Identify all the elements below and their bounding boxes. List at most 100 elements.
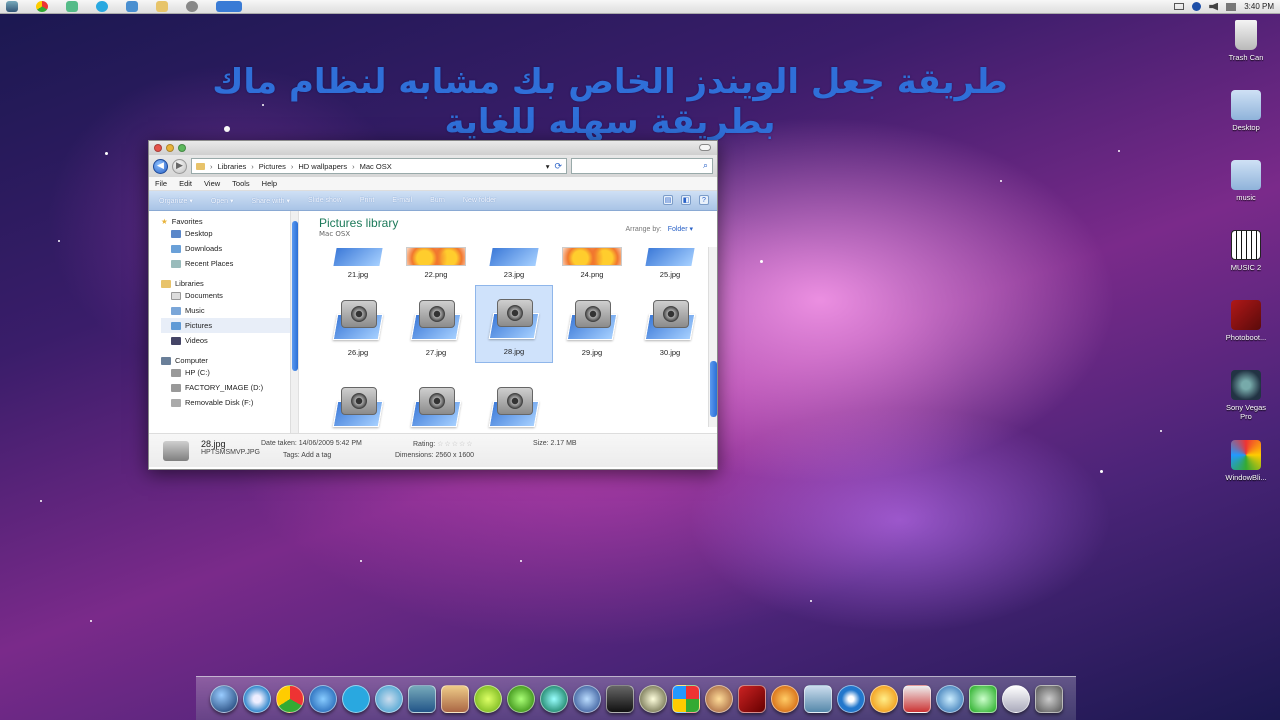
menu-help[interactable]: Help	[262, 179, 277, 188]
search-input[interactable]: ⌕	[571, 158, 713, 174]
file-item[interactable]: 22.png	[397, 247, 475, 285]
file-item[interactable]: 23.jpg	[475, 247, 553, 285]
video-icon[interactable]	[572, 684, 601, 713]
burn-button[interactable]: Burn	[430, 197, 445, 204]
sun-icon[interactable]	[869, 684, 898, 713]
network-icon[interactable]	[186, 1, 198, 12]
window-icon[interactable]	[216, 1, 242, 12]
desktop-icon-music[interactable]: music	[1220, 160, 1272, 230]
chevron-down-icon[interactable]: ▾	[546, 162, 550, 171]
breadcrumb-mac-osx[interactable]: Mac OSX	[360, 162, 392, 171]
file-item[interactable]: 26.jpg	[319, 285, 397, 363]
menu-edit[interactable]: Edit	[179, 179, 192, 188]
messenger-icon[interactable]	[605, 684, 634, 713]
zoom-icon[interactable]	[178, 144, 186, 152]
w-icon[interactable]	[836, 684, 865, 713]
content-scroll-thumb[interactable]	[710, 361, 717, 417]
finder-icon[interactable]	[209, 684, 238, 713]
toolbar-toggle-icon[interactable]	[699, 144, 711, 151]
settings-icon[interactable]	[1034, 684, 1063, 713]
itunes-icon[interactable]	[374, 684, 403, 713]
minimize-icon[interactable]	[166, 144, 174, 152]
star-icon[interactable]	[638, 684, 667, 713]
chrome-icon[interactable]	[275, 684, 304, 713]
new-folder-button[interactable]: New folder	[463, 197, 496, 204]
nav-item-drive-d[interactable]: FACTORY_IMAGE (D:)	[161, 380, 298, 395]
people-icon[interactable]	[66, 1, 78, 12]
file-item[interactable]: 24.png	[553, 247, 631, 285]
guitar-icon[interactable]	[704, 684, 733, 713]
orb-icon[interactable]	[506, 684, 535, 713]
chat-icon[interactable]	[539, 684, 568, 713]
desktop-icon-trash[interactable]: Trash Can	[1220, 20, 1272, 90]
menu-view[interactable]: View	[204, 179, 220, 188]
media-icon[interactable]	[935, 684, 964, 713]
safari-icon[interactable]	[242, 684, 271, 713]
globe-icon[interactable]	[126, 1, 138, 12]
arrange-by-dropdown[interactable]: Folder ▾	[668, 226, 693, 233]
menu-file[interactable]: File	[155, 179, 167, 188]
network-status-icon[interactable]	[1226, 2, 1237, 11]
apple-icon[interactable]	[6, 1, 18, 12]
nav-item-desktop[interactable]: Desktop	[161, 226, 298, 241]
skype-icon[interactable]	[96, 1, 108, 12]
lime-icon[interactable]	[473, 684, 502, 713]
organize-button[interactable]: Organize ▾	[159, 197, 193, 205]
nav-item-documents[interactable]: Documents	[161, 288, 298, 303]
nav-item-music[interactable]: Music	[161, 303, 298, 318]
file-item-selected[interactable]: 28.jpg	[475, 285, 553, 363]
breadcrumb-libraries[interactable]: Libraries	[218, 162, 247, 171]
nav-item-drive-c[interactable]: HP (C:)	[161, 365, 298, 380]
chrome-icon[interactable]	[36, 1, 48, 12]
nav-computer[interactable]: Computer	[161, 356, 298, 365]
nav-item-drive-f[interactable]: Removable Disk (F:)	[161, 395, 298, 410]
tags-input[interactable]: Add a tag	[301, 452, 331, 459]
nav-item-recent-places[interactable]: Recent Places	[161, 256, 298, 271]
file-item[interactable]: 25.jpg	[631, 247, 709, 285]
audio-icon[interactable]	[770, 684, 799, 713]
nav-scrollbar[interactable]	[290, 211, 298, 433]
file-item[interactable]	[319, 363, 397, 433]
ie-icon[interactable]	[308, 684, 337, 713]
breadcrumb-hd-wallpapers[interactable]: HD wallpapers	[298, 162, 347, 171]
image-icon[interactable]	[803, 684, 832, 713]
nav-libraries[interactable]: Libraries	[161, 279, 298, 288]
nav-item-downloads[interactable]: Downloads	[161, 241, 298, 256]
view-options-icon[interactable]: ▤	[663, 195, 673, 205]
forward-button[interactable]: ▶	[172, 158, 187, 174]
xbox-icon[interactable]	[968, 684, 997, 713]
slide-show-button[interactable]: Slide show	[308, 197, 342, 204]
picture-icon[interactable]	[440, 684, 469, 713]
window-titlebar[interactable]	[149, 141, 717, 155]
file-item[interactable]	[475, 363, 553, 433]
help-icon[interactable]	[1192, 2, 1202, 11]
rating-stars[interactable]: ☆☆☆☆☆	[437, 441, 473, 448]
battery-icon[interactable]	[1174, 3, 1185, 10]
content-scrollbar[interactable]	[708, 247, 717, 427]
breadcrumb-pictures[interactable]: Pictures	[259, 162, 286, 171]
clock[interactable]: 3:40 PM	[1244, 2, 1274, 11]
close-icon[interactable]	[154, 144, 162, 152]
email-button[interactable]: E-mail	[392, 197, 412, 204]
nav-favorites[interactable]: ★ Favorites	[161, 217, 298, 226]
desktop-icon-windowblinds[interactable]: WindowBli...	[1220, 440, 1272, 510]
desktop-icon-vegas[interactable]: Sony Vegas Pro	[1220, 370, 1272, 440]
skype-icon[interactable]	[341, 684, 370, 713]
mac-icon[interactable]	[407, 684, 436, 713]
share-with-button[interactable]: Share with ▾	[251, 197, 290, 205]
wing-icon[interactable]	[1001, 684, 1030, 713]
refresh-icon[interactable]: ⟳	[554, 161, 562, 172]
photobooth-icon[interactable]	[737, 684, 766, 713]
preview-pane-icon[interactable]: ◧	[681, 195, 691, 205]
nav-item-pictures[interactable]: Pictures	[161, 318, 298, 333]
file-item[interactable]: 21.jpg	[319, 247, 397, 285]
desktop-icon-photobooth[interactable]: Photoboot...	[1220, 300, 1272, 370]
nav-item-videos[interactable]: Videos	[161, 333, 298, 348]
address-bar[interactable]: › Libraries › Pictures › HD wallpapers ›…	[191, 158, 567, 174]
file-item[interactable]: 30.jpg	[631, 285, 709, 363]
windows-icon[interactable]	[671, 684, 700, 713]
menu-tools[interactable]: Tools	[232, 179, 250, 188]
nav-scroll-thumb[interactable]	[292, 221, 298, 371]
open-button[interactable]: Open ▾	[211, 197, 234, 205]
folder-icon[interactable]	[156, 1, 168, 12]
